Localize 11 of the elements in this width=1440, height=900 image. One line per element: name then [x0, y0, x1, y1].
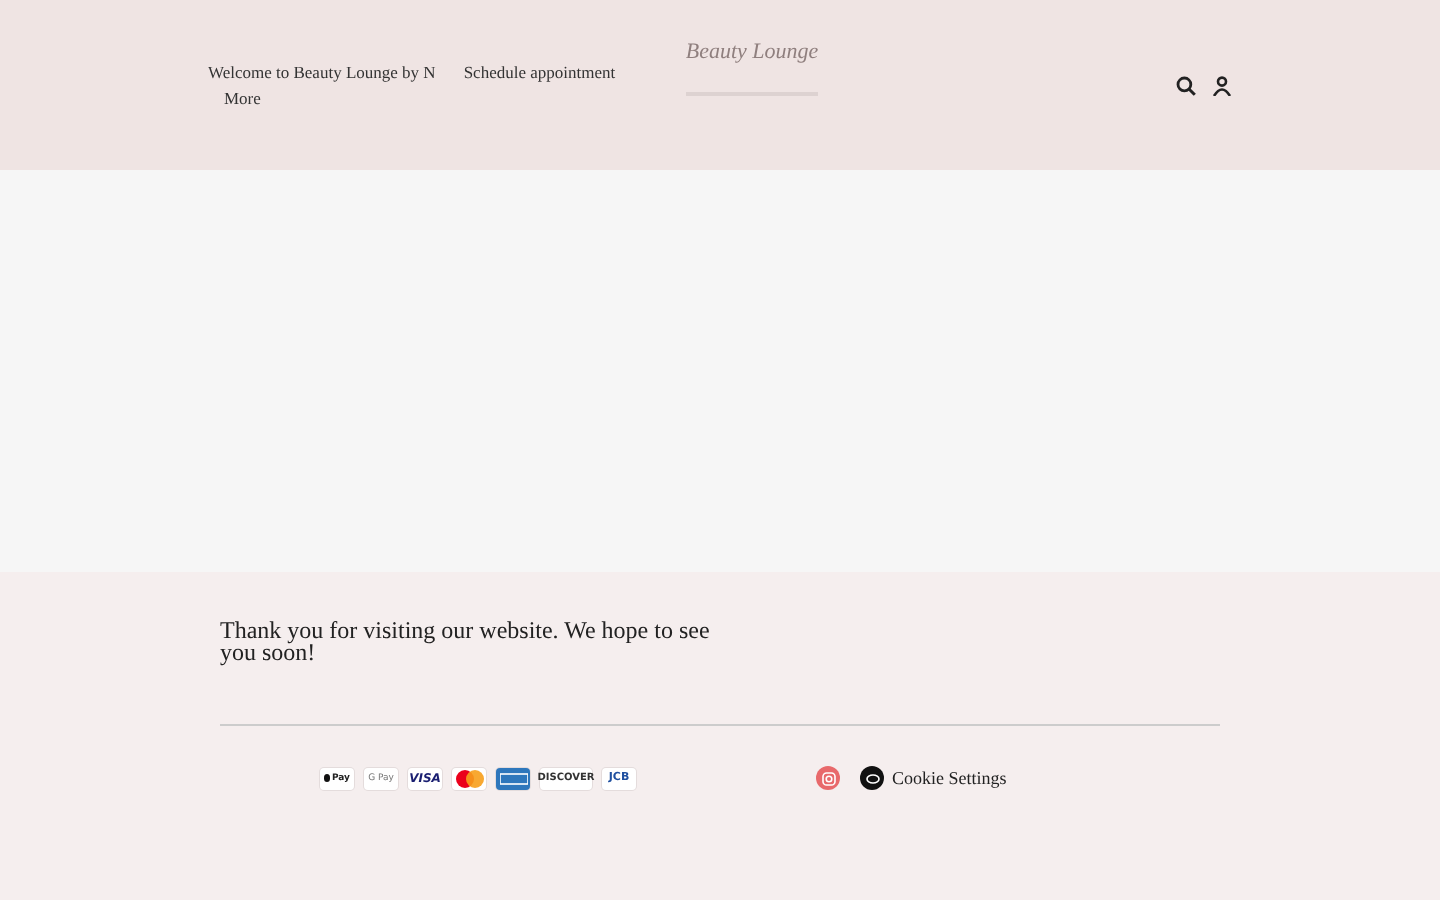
nav-link[interactable]: Welcome to Beauty Lounge by N: [208, 62, 436, 82]
payment-card-icon: [496, 767, 530, 789]
nav-link[interactable]: More: [224, 88, 261, 108]
instagram-icon[interactable]: [816, 766, 840, 790]
user-icon[interactable]: [1212, 76, 1232, 96]
nav-link[interactable]: Schedule appointment: [463, 62, 616, 82]
footer-message: Thank you for visiting our website. We hope to see you soon!: [220, 620, 710, 664]
search-icon[interactable]: [1176, 76, 1196, 96]
cookie-icon: [860, 766, 884, 790]
payment-card-icon: [452, 767, 486, 789]
cookie-settings-button[interactable]: Cookie Settings: [860, 766, 1007, 790]
